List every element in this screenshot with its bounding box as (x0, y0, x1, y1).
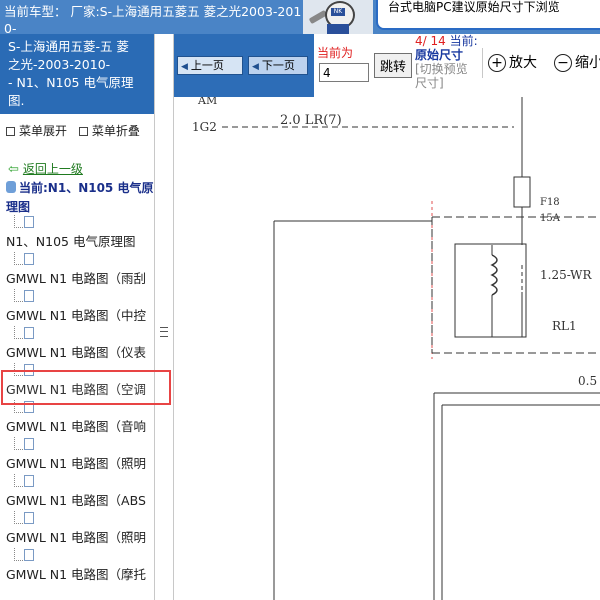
document-icon (24, 216, 34, 228)
tree-item[interactable]: GMWL N1 电路图（ABS (0, 474, 154, 511)
document-icon (24, 290, 34, 302)
tree-item[interactable]: GMWL N1 电路图（照明 (0, 437, 154, 474)
diagram-label-wire2: 1.25-WR (540, 268, 592, 282)
mascot-logo: NK (303, 0, 373, 34)
square-icon (6, 127, 15, 136)
diagram-label-fuse-amp: 15A (540, 213, 561, 224)
tree-item-label: GMWL N1 电路图（摩托 (6, 567, 147, 582)
tree-item-label: GMWL N1 电路图（ABS (6, 493, 146, 508)
top-banner: 当前车型： 厂家:S-上海通用五菱五 菱之光2003-2010- NK 台式电脑… (0, 0, 600, 34)
toolbar-divider (482, 48, 483, 78)
tree-item-label: GMWL N1 电路图（中控 (6, 308, 147, 323)
document-icon (24, 438, 34, 450)
switch-preview-link-cont[interactable]: 尺寸] (415, 76, 444, 90)
database-icon (6, 181, 16, 193)
document-icon (24, 253, 34, 265)
document-icon (24, 327, 34, 339)
next-page-button[interactable]: ◀ 下一页 (248, 56, 308, 75)
tree-item[interactable]: GMWL N1 电路图（雨刮 (0, 252, 154, 289)
relay-inner-box (454, 243, 527, 338)
tree-item[interactable]: GMWL N1 电路图（音响 (0, 400, 154, 437)
page-nav-strip: ◀ 上一页 ◀ 下一页 (174, 34, 314, 97)
tree-item-label: GMWL N1 电路图（音响 (6, 419, 147, 434)
zoom-out-label: 缩小 (575, 55, 600, 71)
prev-page-label: 上一页 (190, 59, 224, 72)
current-node: 当前:N1、N105 电气原理图 (6, 179, 154, 217)
back-arrow-icon: ⇦ (8, 162, 19, 177)
sidebar-splitter[interactable] (154, 34, 174, 600)
document-icon (24, 475, 34, 487)
tree-item[interactable]: GMWL N1 电路图（照明 (0, 511, 154, 548)
current-node-label: 当前:N1、N105 电气原理图 (6, 181, 154, 214)
triangle-left-icon: ◀ (252, 62, 259, 72)
current-model-text: 当前车型： 厂家:S-上海通用五菱五 菱之光2003-2010- (4, 4, 302, 34)
square-icon (78, 127, 88, 136)
back-link[interactable]: ⇦ 返回上一级 (8, 160, 83, 177)
sidebar: S-上海通用五菱-五 菱 之光-2003-2010- - N1、N105 电气原… (0, 34, 154, 600)
prev-page-button[interactable]: ◀ 上一页 (177, 56, 243, 75)
page-count: 4/ 14 (415, 34, 446, 48)
tree-item[interactable]: N1、N105 电气原理图 (0, 215, 154, 252)
grip-icon (160, 327, 168, 337)
tree-item[interactable]: GMWL N1 电路图（仪表 (0, 326, 154, 363)
tree-item-label: GMWL N1 电路图（雨刮 (6, 271, 147, 286)
current-text: 当前: (449, 34, 478, 48)
tree-item-label: GMWL N1 电路图（照明 (6, 530, 147, 545)
menu-expand-button[interactable]: 菜单展开 (6, 124, 67, 138)
tree-item[interactable]: GMWL N1 电路图（中控 (0, 289, 154, 326)
page-info: 4/ 14 当前: 原始尺寸 [切换预览 尺寸] (415, 34, 478, 90)
document-icon (24, 549, 34, 561)
zoom-in-button[interactable]: + 放大 (488, 52, 537, 80)
tree-item[interactable]: GMWL N1 电路图（摩托 (0, 548, 154, 585)
page-number-input[interactable] (319, 63, 369, 82)
diagram-label-relay: RL1 (552, 319, 577, 333)
page-toolbar: ◀上一页 ◀下一页 当前为 跳转 4/ 14 当前: 原始尺寸 [切换预览 尺寸… (174, 34, 600, 97)
fuse-symbol (513, 176, 531, 208)
menu-collapse-label: 菜单折叠 (91, 124, 140, 138)
current-page-label: 当前为 (317, 46, 354, 60)
diagram-label-1g2: 1G2 (192, 120, 217, 134)
plus-icon: + (488, 54, 506, 72)
diagram-label-am: AM (197, 97, 217, 107)
browse-notice: 台式电脑PC建议原始尺寸下浏览 (376, 0, 600, 30)
tree-item-label: GMWL N1 电路图（照明 (6, 456, 147, 471)
diagram-label-wire: 2.0 LR(7) (280, 113, 342, 128)
menu-collapse-button[interactable]: 菜单折叠 (78, 124, 140, 138)
zoom-in-label: 放大 (509, 55, 537, 71)
wiring-diagram: AM 1G2 2.0 LR(7) F18 15A 1.25-WR RL1 0.5 (174, 97, 600, 600)
tree-item-label: GMWL N1 电路图（仪表 (6, 345, 147, 360)
menu-controls: 菜单展开 菜单折叠 (6, 122, 148, 139)
back-link-label: 返回上一级 (22, 162, 83, 176)
relay-coil-symbol (490, 254, 498, 296)
document-icon (24, 401, 34, 413)
menu-expand-label: 菜单展开 (19, 124, 68, 138)
triangle-left-icon: ◀ (181, 62, 188, 72)
minus-icon: − (554, 54, 572, 72)
original-size-link[interactable]: 原始尺寸 (415, 48, 463, 62)
mascot-body (327, 24, 349, 34)
mascot-badge: NK (331, 8, 345, 16)
tree-item-label: N1、N105 电气原理图 (6, 234, 136, 249)
document-icon (24, 364, 34, 376)
tree-item-label: GMWL N1 电路图（空调 (6, 382, 147, 397)
jump-button[interactable]: 跳转 (374, 53, 412, 78)
tree-item-selected[interactable]: GMWL N1 电路图（空调 (0, 363, 154, 400)
zoom-out-button[interactable]: − 缩小 (554, 52, 600, 80)
browse-notice-text: 台式电脑PC建议原始尺寸下浏览 (388, 0, 560, 14)
wiring-diagram-svg: AM 1G2 2.0 LR(7) F18 15A 1.25-WR RL1 0.5 (192, 97, 600, 600)
diagram-label-fuse: F18 (540, 197, 560, 208)
sidebar-title-box: S-上海通用五菱-五 菱 之光-2003-2010- - N1、N105 电气原… (0, 34, 154, 114)
switch-preview-link[interactable]: [切换预览 (415, 62, 468, 76)
next-page-label: 下一页 (261, 59, 295, 72)
document-icon (24, 512, 34, 524)
sidebar-title: S-上海通用五菱-五 菱 之光-2003-2010- - N1、N105 电气原… (8, 39, 134, 108)
diagram-label-dots: 0.5 (578, 374, 597, 388)
